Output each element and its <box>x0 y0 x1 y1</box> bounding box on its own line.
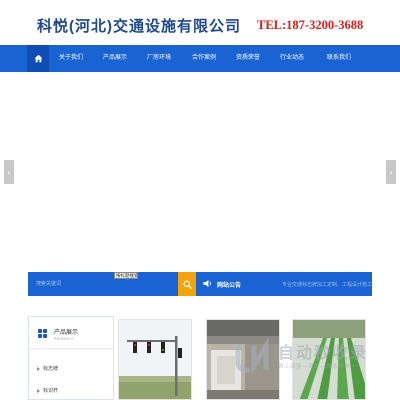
company-name: 科悦(河北)交通设施有限公司 <box>37 18 241 35</box>
nav-home-button[interactable] <box>27 45 49 72</box>
nav-item-cases[interactable]: 合作案例 <box>184 45 224 72</box>
sidebar-header: 产品展示 PRODUCT <box>29 317 113 349</box>
nav-item-products[interactable]: 产品展示 <box>94 45 136 72</box>
product-card-traffic-light[interactable] <box>118 319 192 400</box>
nav-item-contact[interactable]: 联系我们 <box>316 45 362 72</box>
home-icon <box>34 54 42 63</box>
search-button[interactable] <box>178 272 196 296</box>
nav-item-about[interactable]: 关于我们 <box>52 45 90 72</box>
notice-title: 网站公告 <box>217 283 242 289</box>
sidebar-item-pole[interactable]: 标识杆 <box>37 387 58 395</box>
search-select-area: 按标题搜索 <box>114 272 178 296</box>
nav-item-honors[interactable]: 资质荣誉 <box>228 45 268 72</box>
nav-item-news[interactable]: 行业动态 <box>272 45 312 72</box>
main-nav: 关于我们 产品展示 厂房环境 合作案例 资质荣誉 行业动态 联系我们 <box>0 45 400 72</box>
sidebar-title: 产品展示 <box>54 330 79 336</box>
traffic-light-pole-image <box>119 320 191 399</box>
search-icon <box>182 279 192 289</box>
banner-next-button[interactable]: › <box>386 160 396 184</box>
banner-prev-button[interactable]: ‹ <box>4 160 14 184</box>
watermark-title: 自动秒收录 <box>278 345 369 362</box>
site-header: 科悦(河北)交通设施有限公司 TEL:187-3200-3688 <box>0 0 400 45</box>
contact-phone: TEL:187-3200-3688 <box>257 18 364 32</box>
sidebar-item-label: 标识杆 <box>43 388 59 394</box>
sidebar-item-label: 标志牌 <box>43 366 59 372</box>
watermark-overlay: 自动秒收录 一 做上链接—来访—自动收录 一 <box>232 334 392 378</box>
grid-icon <box>38 329 48 339</box>
search-input[interactable] <box>28 272 114 296</box>
notice-text[interactable]: 专业交通标志牌加工定制、工程设计施工。 <box>282 281 377 288</box>
nav-item-factory[interactable]: 厂房环境 <box>140 45 178 72</box>
sidebar-item-sign[interactable]: 标志牌 <box>37 365 58 373</box>
product-category-sidebar: 产品展示 PRODUCT 标志牌 标识杆 <box>28 316 114 400</box>
caret-right-icon <box>37 388 40 393</box>
watermark-subtitle: 一 做上链接—来访—自动收录 一 <box>270 364 359 370</box>
search-bar: 按标题搜索 网站公告 专业交通标志牌加工定制、工程设计施工。 <box>28 272 377 296</box>
watermark-logo-icon <box>235 336 269 376</box>
speaker-icon <box>203 279 211 288</box>
banner-slider <box>0 72 400 272</box>
notice-bar: 网站公告 专业交通标志牌加工定制、工程设计施工。 <box>196 272 377 296</box>
search-type-select[interactable]: 按标题搜索 <box>114 272 138 279</box>
caret-right-icon <box>37 366 40 371</box>
sidebar-subtitle: PRODUCT <box>54 337 74 341</box>
